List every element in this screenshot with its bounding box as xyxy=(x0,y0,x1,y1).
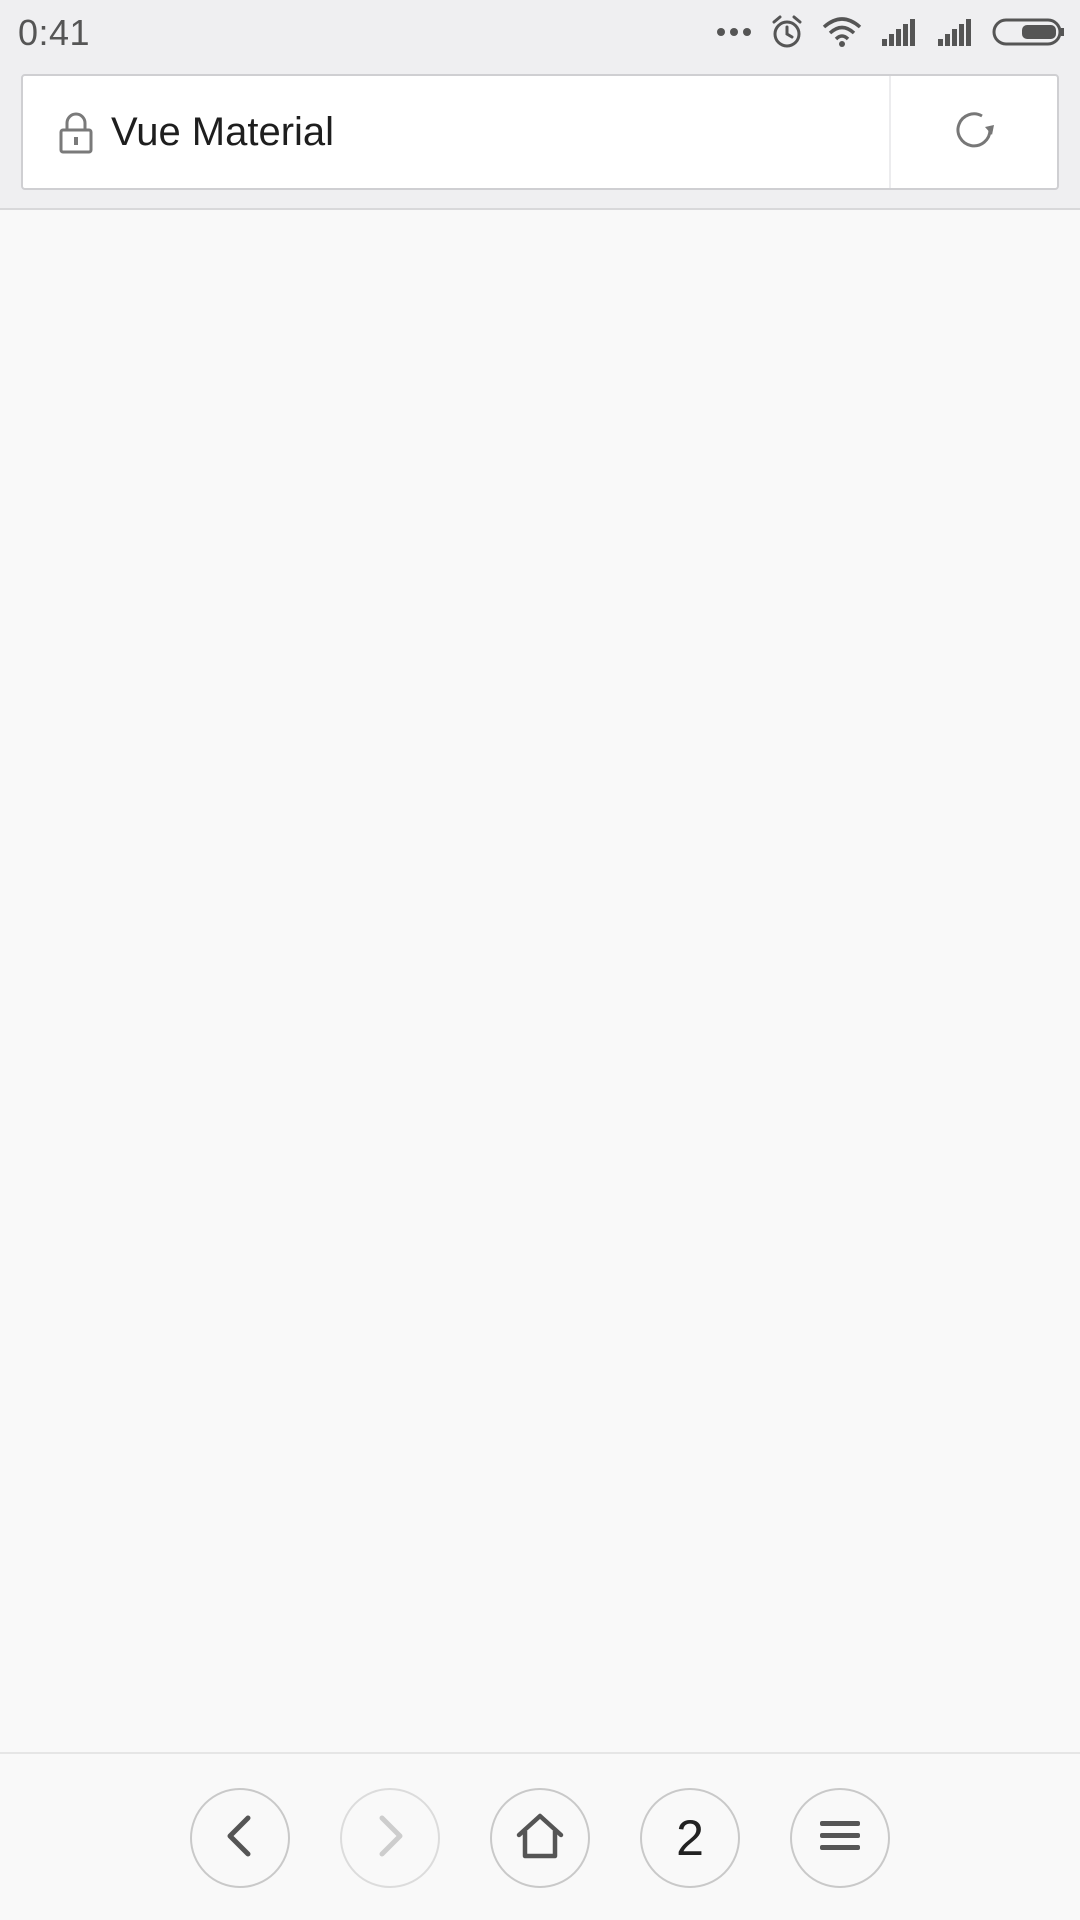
forward-button[interactable] xyxy=(340,1788,440,1888)
lock-icon xyxy=(59,112,93,159)
bottom-toolbar: 2 xyxy=(0,1752,1080,1920)
page-title[interactable]: Vue Material xyxy=(111,110,334,155)
home-button[interactable] xyxy=(490,1788,590,1888)
address-bar[interactable]: Vue Material xyxy=(21,74,1059,190)
chevron-right-icon xyxy=(370,1814,410,1863)
battery-icon xyxy=(992,17,1066,47)
web-content xyxy=(0,210,1080,1752)
back-button[interactable] xyxy=(190,1788,290,1888)
more-dots-icon xyxy=(716,26,752,38)
reload-button[interactable] xyxy=(891,76,1059,188)
home-icon xyxy=(515,1813,565,1864)
signal-icon xyxy=(880,17,918,47)
reload-icon xyxy=(952,107,998,158)
chevron-left-icon xyxy=(220,1814,260,1863)
wifi-icon xyxy=(822,17,862,47)
tabs-button[interactable]: 2 xyxy=(640,1788,740,1888)
tabs-count: 2 xyxy=(676,1810,704,1866)
address-bar-area: Vue Material xyxy=(0,62,1080,210)
status-icons xyxy=(716,12,1066,52)
status-time: 0:41 xyxy=(18,12,91,53)
menu-icon xyxy=(818,1818,862,1859)
browser-screen: 0:41 Vue Material 2 xyxy=(0,0,1080,1920)
signal-icon xyxy=(936,17,974,47)
menu-button[interactable] xyxy=(790,1788,890,1888)
status-bar: 0:41 xyxy=(0,0,1080,62)
alarm-icon xyxy=(770,14,804,50)
